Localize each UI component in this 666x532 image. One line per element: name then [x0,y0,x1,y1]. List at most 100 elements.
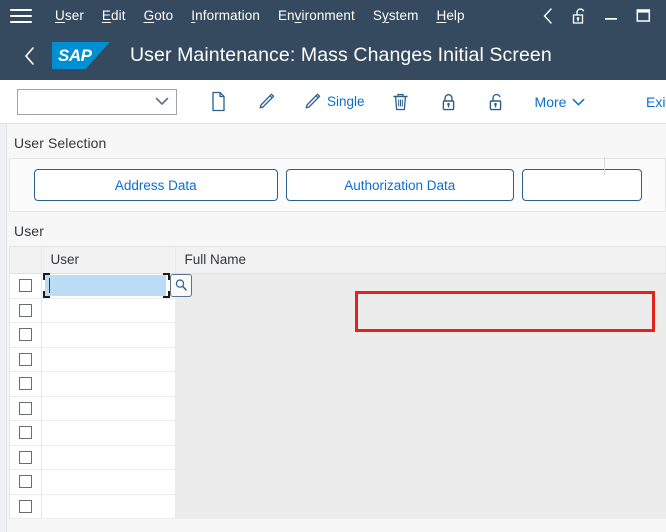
user-cell[interactable] [41,494,176,519]
table-row[interactable] [10,494,666,519]
full-name-cell[interactable] [175,420,666,446]
full-name-cell[interactable] [175,396,666,421]
window-controls [532,0,658,31]
table-row[interactable] [10,347,666,372]
table-row[interactable] [10,420,666,446]
user-selection-title: User Selection [14,135,107,151]
lock-button[interactable] [434,87,464,117]
tab-address-data-label: Address Data [114,177,197,193]
column-header-full-name[interactable]: Full Name [175,247,666,274]
table-row[interactable] [10,469,666,495]
search-icon[interactable] [169,273,192,297]
row-checkbox-cell[interactable] [10,494,42,519]
table-row[interactable] [10,445,666,470]
row-checkbox-cell[interactable] [10,273,42,299]
row-checkbox[interactable] [18,352,32,366]
row-checkbox[interactable] [18,377,32,391]
exit-button-label: Exit [646,94,666,110]
row-checkbox[interactable] [18,426,32,440]
user-cell[interactable] [41,322,176,348]
hamburger-menu-icon[interactable] [10,8,32,24]
row-checkbox[interactable] [18,328,32,342]
user-selection-panel: Address Data Authorization Data [9,158,666,212]
maximize-icon[interactable] [628,3,658,29]
user-table: User Full Name [10,247,666,519]
unlock-button[interactable] [482,87,512,117]
user-cell[interactable] [41,445,176,470]
user-table-title: User [14,223,44,239]
unlock-icon[interactable] [564,3,594,29]
focus-indicator [42,272,170,298]
tab-authorization-data[interactable]: Authorization Data [285,169,514,201]
user-cell[interactable] [41,347,176,372]
row-checkbox-cell[interactable] [10,396,42,421]
more-menu-label: More [534,93,567,110]
full-name-cell[interactable] [175,298,666,323]
user-cell[interactable] [41,420,176,446]
menu-item-user[interactable]: User [46,6,93,25]
column-header-user[interactable]: User [41,247,176,274]
single-button-label: Single [327,94,365,109]
new-document-button[interactable] [203,87,233,117]
more-menu-button[interactable]: More [535,94,586,110]
row-checkbox[interactable] [18,303,32,317]
left-rail [0,124,7,532]
full-name-cell[interactable] [175,347,666,372]
menu-bar: User Edit Goto Information Environment S… [0,0,666,31]
exit-button[interactable]: Exit [646,80,666,124]
row-checkbox-cell[interactable] [10,420,42,446]
tab-address-data[interactable]: Address Data [34,169,278,201]
main-content: User Selection Address Data Authorizatio… [0,124,666,532]
user-cell[interactable] [41,469,176,495]
page-title: User Maintenance: Mass Changes Initial S… [130,44,552,66]
full-name-cell[interactable] [175,445,666,470]
full-name-cell[interactable] [175,371,666,397]
row-checkbox[interactable] [18,450,32,464]
column-resizer[interactable] [604,157,605,175]
chevron-down-icon [572,94,585,110]
single-button[interactable]: Single [297,87,371,117]
table-row[interactable] [10,371,666,397]
table-row[interactable] [10,272,666,299]
menu-item-environment[interactable]: Environment [269,6,364,25]
user-cell[interactable] [41,272,192,299]
back-chevron-icon[interactable] [532,3,562,29]
page-back-button[interactable] [14,41,44,71]
sap-application-window: User Edit Goto Information Environment S… [0,0,666,532]
minimize-icon[interactable] [596,3,626,29]
transaction-select[interactable] [17,88,177,115]
selection-tab-group: Address Data Authorization Data [10,169,665,201]
full-name-cell[interactable] [175,273,666,299]
row-checkbox-cell[interactable] [10,298,42,323]
menu-item-help[interactable]: Help [427,6,473,25]
table-row[interactable] [10,322,666,348]
row-checkbox[interactable] [18,475,32,489]
row-checkbox-cell[interactable] [10,445,42,470]
row-checkbox-cell[interactable] [10,347,42,372]
user-cell[interactable] [41,298,176,323]
row-checkbox[interactable] [18,401,32,415]
row-checkbox-cell[interactable] [10,371,42,397]
user-table-wrapper: User Full Name [9,157,666,519]
title-bar: SAP User Maintenance: Mass Changes Initi… [0,31,666,80]
table-row[interactable] [10,298,666,323]
menu-item-goto[interactable]: Goto [135,6,183,25]
column-header-select[interactable] [10,247,42,274]
user-cell[interactable] [41,396,176,421]
edit-button[interactable] [251,87,282,117]
table-row[interactable] [10,396,666,421]
row-checkbox-cell[interactable] [10,322,42,348]
row-checkbox[interactable] [18,499,32,513]
table-header-row: User Full Name [10,247,666,274]
menu-item-edit[interactable]: Edit [93,6,135,25]
menu-item-information[interactable]: Information [182,6,269,25]
row-checkbox-cell[interactable] [10,469,42,495]
menu-item-system[interactable]: System [364,6,428,25]
delete-button[interactable] [386,87,416,117]
tab-third-partial[interactable] [522,169,642,201]
full-name-cell[interactable] [175,494,666,519]
full-name-cell[interactable] [175,322,666,348]
full-name-cell[interactable] [175,469,666,495]
user-cell[interactable] [41,371,176,397]
row-checkbox[interactable] [18,278,32,292]
